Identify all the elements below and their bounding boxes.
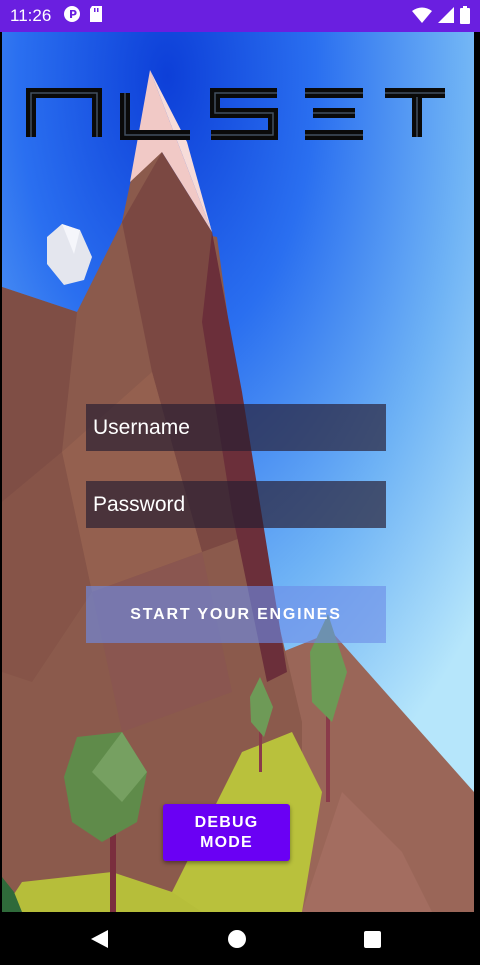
sd-card-icon <box>89 5 103 28</box>
svg-text:P: P <box>69 8 77 21</box>
status-bar: 11:26 P <box>0 0 480 32</box>
start-your-engines-button[interactable]: START YOUR ENGINES <box>86 586 386 643</box>
debug-label-line1: DEBUG <box>194 813 259 831</box>
username-input[interactable] <box>86 404 386 451</box>
p-icon: P <box>63 5 81 28</box>
debug-label-line2: MODE <box>200 833 253 851</box>
status-time: 11:26 <box>10 6 52 25</box>
back-icon[interactable] <box>91 930 109 953</box>
signal-icon <box>438 7 454 28</box>
wifi-icon <box>412 7 432 28</box>
home-icon[interactable] <box>228 930 246 948</box>
navigation-bar <box>0 912 480 965</box>
debug-mode-button[interactable]: DEBUG MODE <box>163 804 290 861</box>
recent-apps-icon[interactable] <box>364 931 381 948</box>
scene-background <box>2 32 474 912</box>
password-input[interactable] <box>86 481 386 528</box>
alset-logo <box>25 85 447 143</box>
start-button-label: START YOUR ENGINES <box>130 605 342 623</box>
battery-icon <box>460 6 470 29</box>
